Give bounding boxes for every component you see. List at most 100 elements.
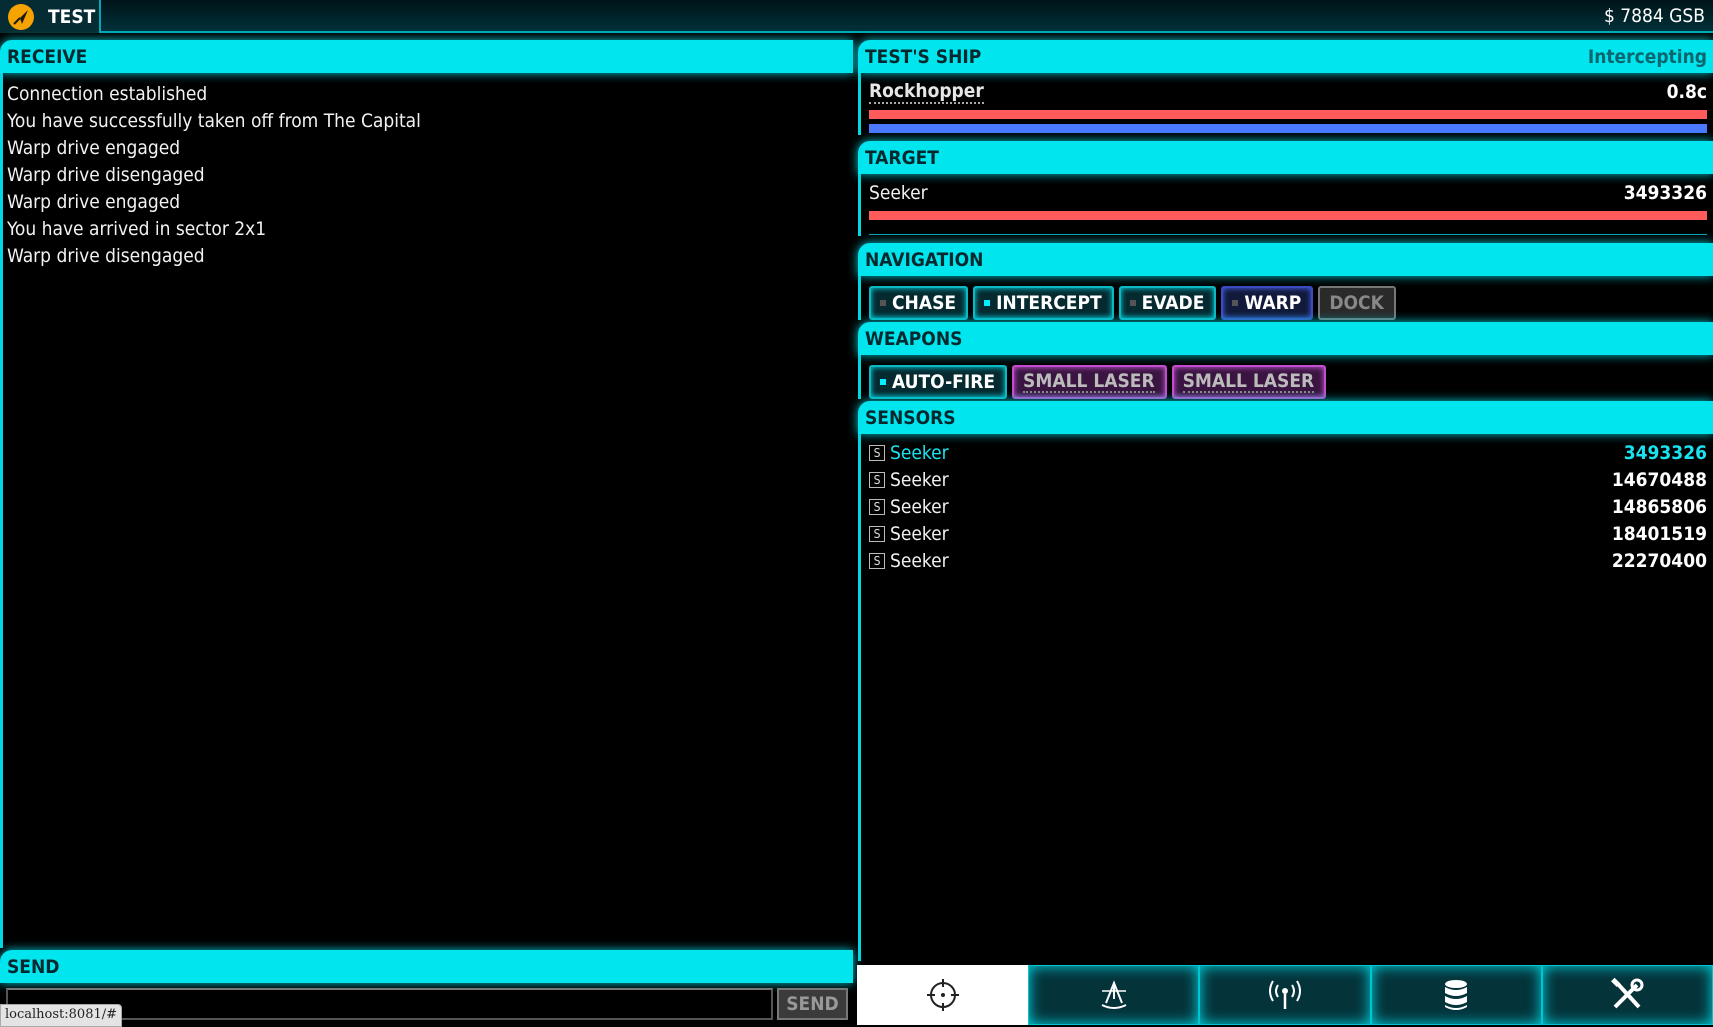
navigation-header: NAVIGATION — [858, 243, 1713, 276]
sensors-title: SENSORS — [865, 406, 956, 429]
sensors-list: S Seeker 3493326 S Seeker 14670488 S Seeker… — [858, 434, 1713, 961]
evade-button[interactable]: EVADE — [1118, 286, 1217, 320]
ship-class-badge: S — [869, 498, 885, 515]
autofire-button[interactable]: AUTO-FIRE — [869, 365, 1008, 399]
chase-label: CHASE — [892, 292, 957, 314]
target-divider — [869, 225, 1707, 235]
sextant-icon — [1101, 980, 1127, 1009]
brand[interactable]: TEST — [0, 0, 101, 33]
indicator-led — [880, 300, 886, 306]
contact-id: 14670488 — [1611, 468, 1707, 491]
autofire-label: AUTO-FIRE — [892, 371, 996, 393]
ship-speed: 0.8c — [1666, 81, 1707, 103]
app-name: TEST — [48, 5, 96, 28]
target-row[interactable]: Seeker 3493326 — [869, 180, 1707, 206]
warp-label: WARP — [1244, 292, 1302, 314]
tab-communications[interactable] — [1199, 965, 1371, 1025]
weapons-body: AUTO-FIRE SMALL LASER SMALL LASER — [858, 355, 1713, 399]
balance: $ 7884 GSB — [1603, 5, 1705, 27]
indicator-led — [984, 300, 991, 306]
ship-status: Intercepting — [1587, 45, 1707, 68]
target-hull-bar — [869, 211, 1707, 220]
sensor-contact[interactable]: S Seeker 18401519 — [869, 520, 1707, 547]
send-header: SEND — [0, 950, 853, 983]
dock-button[interactable]: DOCK — [1318, 286, 1396, 320]
receive-title: RECEIVE — [7, 45, 88, 68]
sensor-contact[interactable]: S Seeker 22270400 — [869, 547, 1707, 574]
ship-class-badge: S — [869, 552, 885, 569]
top-bar: TEST $ 7884 GSB — [0, 0, 1713, 33]
sensor-contact[interactable]: S Seeker 14670488 — [869, 466, 1707, 493]
tab-navigation[interactable] — [1028, 965, 1200, 1025]
weapons-panel: WEAPONS AUTO-FIRE SMALL LASER SMALL LASE… — [858, 322, 1713, 399]
bottom-tab-bar — [857, 965, 1713, 1025]
log-message: Warp drive disengaged — [7, 245, 205, 267]
laser-label: SMALL LASER — [1182, 370, 1315, 393]
small-laser-button[interactable]: SMALL LASER — [1012, 365, 1167, 399]
send-bar: SEND — [0, 982, 856, 1025]
send-title: SEND — [7, 955, 60, 978]
sensors-panel: SENSORS S Seeker 3493326 S Seeker 14670488… — [858, 401, 1713, 961]
ship-row: Rockhopper 0.8c — [869, 79, 1707, 105]
warp-button[interactable]: WARP — [1221, 286, 1314, 320]
dock-label: DOCK — [1329, 292, 1384, 314]
indicator-led — [1129, 300, 1136, 306]
target-title: TARGET — [865, 146, 939, 169]
ship-class-badge: S — [869, 471, 885, 488]
laser-label: SMALL LASER — [1023, 370, 1155, 393]
contact-name: Seeker — [890, 522, 949, 545]
ship-class-badge: S — [869, 525, 885, 542]
contact-id: 3493326 — [1623, 441, 1707, 464]
log-message: You have successfully taken off from The… — [7, 110, 421, 132]
navigation-title: NAVIGATION — [865, 248, 984, 271]
ship-header: TEST'S SHIP Intercepting — [858, 40, 1713, 73]
target-body: Seeker 3493326 — [858, 174, 1713, 236]
tab-cargo[interactable] — [1370, 965, 1542, 1025]
sensors-header: SENSORS — [858, 401, 1713, 434]
contact-name: Seeker — [890, 549, 949, 572]
ship-panel: TEST'S SHIP Intercepting Rockhopper 0.8c — [858, 40, 1713, 135]
intercept-label: INTERCEPT — [996, 292, 1102, 314]
intercept-button[interactable]: INTERCEPT — [973, 286, 1114, 320]
contact-name: Seeker — [890, 441, 949, 464]
target-name: Seeker — [869, 182, 928, 204]
contact-name: Seeker — [890, 495, 949, 518]
hull-bar — [869, 110, 1707, 119]
receive-log: Connection established You have successf… — [0, 73, 853, 948]
status-url: localhost:8081/# — [0, 1004, 123, 1027]
log-message: Warp drive engaged — [7, 191, 181, 213]
log-message: Connection established — [7, 83, 208, 105]
shield-bar — [869, 124, 1707, 133]
log-message: Warp drive engaged — [7, 137, 181, 159]
ship-title: TEST'S SHIP — [865, 45, 982, 68]
tab-combat[interactable] — [857, 965, 1029, 1025]
navigation-panel: NAVIGATION CHASE INTERCEPT EVADE WARP DO… — [858, 243, 1713, 320]
evade-label: EVADE — [1141, 292, 1205, 314]
receive-header: RECEIVE — [0, 40, 853, 73]
small-laser-button[interactable]: SMALL LASER — [1171, 365, 1327, 399]
target-id: 3493326 — [1623, 182, 1707, 204]
contact-id: 22270400 — [1611, 549, 1707, 572]
tab-settings[interactable] — [1541, 965, 1713, 1025]
contact-id: 18401519 — [1611, 522, 1707, 545]
send-button[interactable]: SEND — [777, 988, 848, 1020]
tools-icon — [1611, 977, 1644, 1009]
navigation-body: CHASE INTERCEPT EVADE WARP DOCK — [858, 276, 1713, 320]
crosshair-icon — [926, 979, 959, 1011]
target-header: TARGET — [858, 141, 1713, 174]
contact-id: 14865806 — [1611, 495, 1707, 518]
ship-name-link[interactable]: Rockhopper — [869, 80, 984, 104]
chase-button[interactable]: CHASE — [869, 286, 969, 320]
receive-panel: RECEIVE Connection established You have … — [0, 40, 853, 948]
sensor-contact[interactable]: S Seeker 14865806 — [869, 493, 1707, 520]
indicator-led — [1232, 300, 1239, 306]
database-icon — [1445, 980, 1468, 1010]
log-message: Warp drive disengaged — [7, 164, 205, 186]
weapons-header: WEAPONS — [858, 322, 1713, 355]
sensor-contact[interactable]: S Seeker 3493326 — [869, 439, 1707, 466]
log-message: You have arrived in sector 2x1 — [7, 218, 267, 240]
ship-class-badge: S — [869, 444, 885, 461]
send-panel: SEND — [0, 950, 853, 983]
rocket-logo-icon — [8, 3, 34, 30]
ship-body: Rockhopper 0.8c — [858, 73, 1713, 135]
